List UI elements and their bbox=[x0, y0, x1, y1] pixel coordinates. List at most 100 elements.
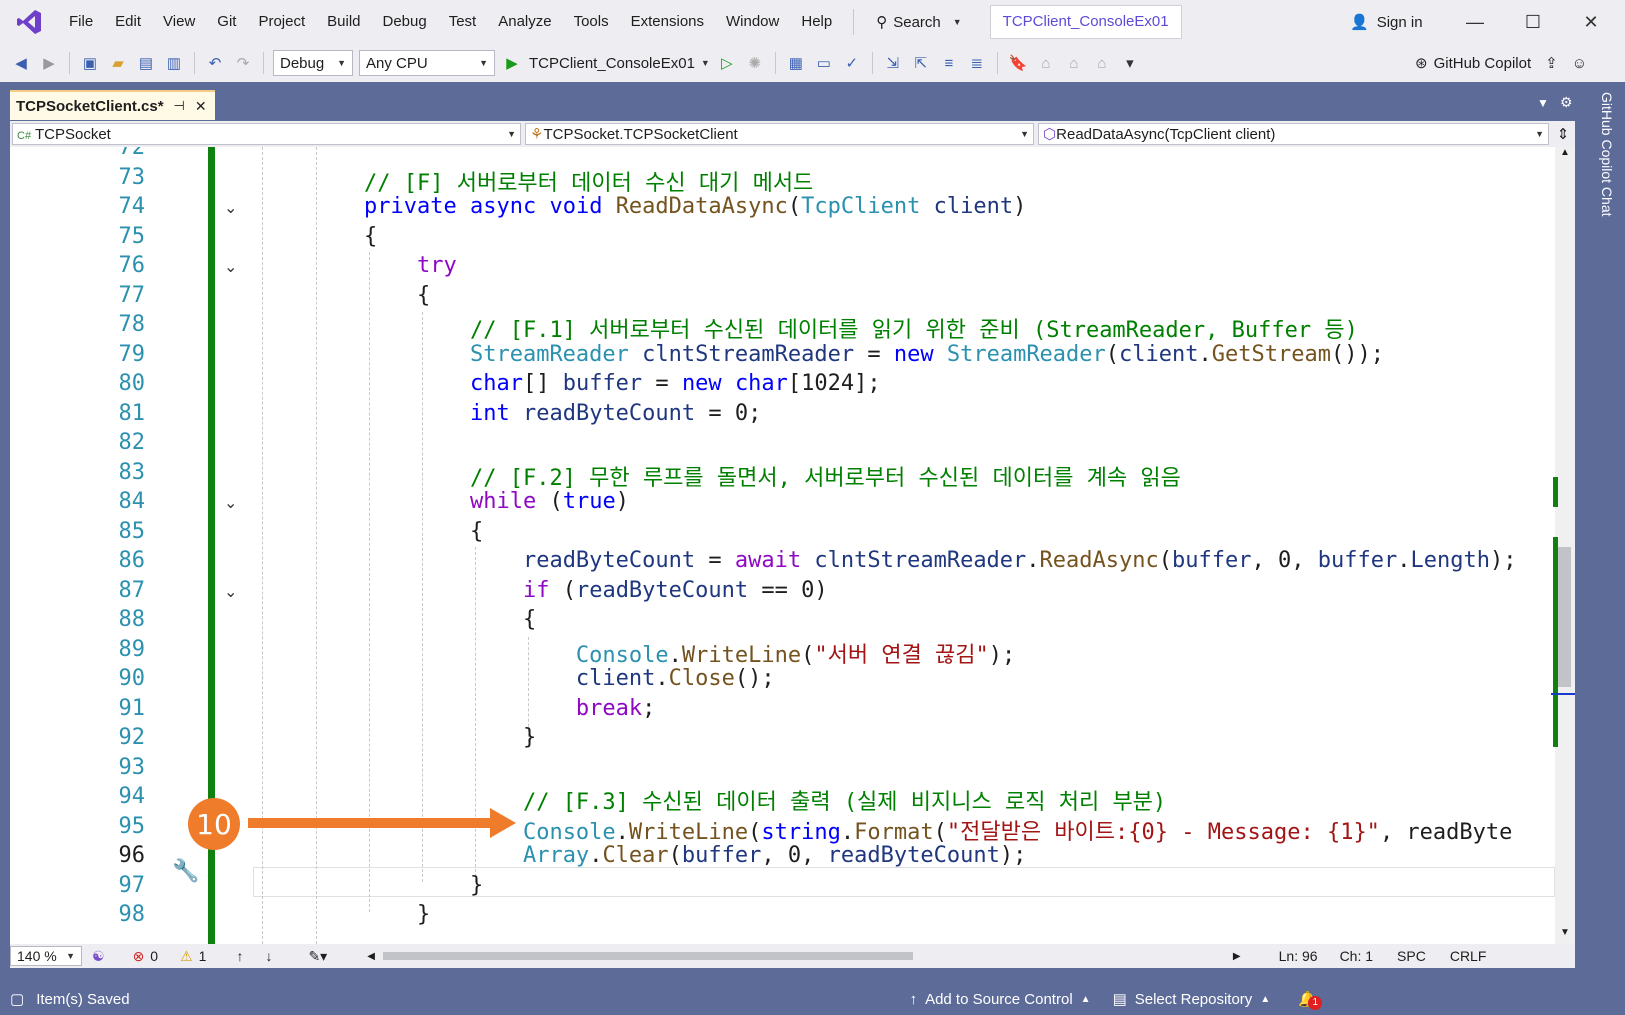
window-layout-icon[interactable]: ▭ bbox=[813, 52, 835, 74]
code-line[interactable]: int readByteCount = 0; bbox=[364, 401, 761, 426]
search-box[interactable]: ⚲ Search ▼ bbox=[864, 7, 973, 37]
code-line[interactable]: Console.WriteLine("서버 연결 끊김"); bbox=[364, 637, 1015, 669]
feedback-icon[interactable]: ☺ bbox=[1572, 55, 1587, 72]
code-line[interactable]: { bbox=[364, 283, 430, 308]
line-indicator[interactable]: Ln: 96 bbox=[1279, 948, 1318, 964]
open-folder-icon[interactable]: ▰ bbox=[107, 52, 129, 74]
sign-in-button[interactable]: 👤 Sign in bbox=[1350, 0, 1423, 44]
warning-icon[interactable]: ⚠ bbox=[180, 948, 193, 965]
share-icon[interactable]: ⇪ bbox=[1545, 54, 1558, 72]
code-line[interactable]: // [F.2] 무한 루프를 돌면서, 서버로부터 수신된 데이터를 계속 읽… bbox=[364, 460, 1181, 492]
scroll-right-icon[interactable]: ▶ bbox=[1233, 951, 1241, 962]
menu-project[interactable]: Project bbox=[247, 0, 316, 44]
code-line[interactable]: break; bbox=[364, 696, 655, 721]
pin-icon[interactable]: ⊣ bbox=[174, 98, 185, 114]
menu-git[interactable]: Git bbox=[206, 0, 247, 44]
new-project-icon[interactable]: ▣ bbox=[79, 52, 101, 74]
scrollbar-thumb[interactable] bbox=[1557, 547, 1571, 687]
fold-toggle-icon[interactable]: ⌄ bbox=[224, 582, 237, 602]
code-line[interactable]: } bbox=[364, 873, 483, 898]
gear-icon[interactable]: ⚙ bbox=[1560, 94, 1573, 111]
scroll-up-icon[interactable]: ▲ bbox=[1555, 147, 1575, 158]
whitespace-indicator[interactable]: SPC bbox=[1397, 948, 1426, 964]
type-select[interactable]: ⚘TCPSocket.TCPSocketClient ▼ bbox=[525, 123, 1035, 145]
close-tab-icon[interactable]: ✕ bbox=[195, 98, 207, 115]
menu-help[interactable]: Help bbox=[790, 0, 843, 44]
split-icon[interactable]: ⇕ bbox=[1553, 125, 1573, 143]
code-line[interactable]: // [F] 서버로부터 데이터 수신 대기 메서드 bbox=[364, 165, 813, 197]
notifications-button[interactable]: 🔔 1 bbox=[1298, 990, 1323, 1010]
code-line[interactable]: StreamReader clntStreamReader = new Stre… bbox=[364, 342, 1384, 367]
code-line[interactable]: { bbox=[364, 519, 483, 544]
redo-icon[interactable]: ↷ bbox=[232, 52, 254, 74]
zoom-select[interactable]: 140 % ▼ bbox=[10, 946, 82, 966]
toolbar-overflow-icon[interactable]: ▾ bbox=[1119, 52, 1141, 74]
bookmark-icon[interactable]: 🔖 bbox=[1007, 52, 1029, 74]
fold-toggle-icon[interactable]: ⌄ bbox=[224, 493, 237, 513]
vertical-scrollbar[interactable]: ▲ ▼ bbox=[1551, 147, 1575, 944]
fold-toggle-icon[interactable]: ⌄ bbox=[224, 257, 237, 277]
document-tab[interactable]: TCPSocketClient.cs* ⊣ ✕ bbox=[10, 90, 215, 120]
minimize-button[interactable]: — bbox=[1446, 0, 1504, 44]
configuration-select[interactable]: Debug ▼ bbox=[273, 50, 353, 76]
code-line[interactable]: while (true) bbox=[364, 489, 629, 514]
code-line[interactable]: private async void ReadDataAsync(TcpClie… bbox=[364, 194, 1026, 219]
previous-issue-icon[interactable]: ↑ bbox=[236, 948, 243, 964]
undo-icon[interactable]: ↶ bbox=[204, 52, 226, 74]
menu-tools[interactable]: Tools bbox=[563, 0, 620, 44]
code-line[interactable]: if (readByteCount == 0) bbox=[364, 578, 828, 603]
next-issue-icon[interactable]: ↓ bbox=[265, 948, 272, 964]
fold-toggle-icon[interactable]: ⌄ bbox=[224, 198, 237, 218]
menu-analyze[interactable]: Analyze bbox=[487, 0, 562, 44]
code-line[interactable]: Array.Clear(buffer, 0, readByteCount); bbox=[364, 843, 1026, 868]
code-line[interactable]: { bbox=[364, 224, 377, 249]
menu-extensions[interactable]: Extensions bbox=[620, 0, 715, 44]
copilot-chat-side-tab[interactable]: GitHub Copilot Chat bbox=[1585, 92, 1615, 242]
menu-test[interactable]: Test bbox=[438, 0, 488, 44]
scroll-down-icon[interactable]: ▼ bbox=[1555, 927, 1575, 938]
output-icon[interactable]: ▢ bbox=[10, 990, 24, 1008]
code-line[interactable]: Console.WriteLine(string.Format("전달받은 바이… bbox=[364, 814, 1512, 846]
menu-window[interactable]: Window bbox=[715, 0, 790, 44]
code-line[interactable]: // [F.1] 서버로부터 수신된 데이터를 읽기 위한 준비 (Stream… bbox=[364, 312, 1358, 344]
start-without-debugging-icon[interactable]: ▷ bbox=[716, 52, 738, 74]
menu-view[interactable]: View bbox=[152, 0, 206, 44]
horizontal-scrollbar-thumb[interactable] bbox=[382, 952, 913, 960]
forward-icon[interactable]: ▶ bbox=[38, 52, 60, 74]
code-editor[interactable]: 72 73 // [F] 서버로부터 데이터 수신 대기 메서드 74 ⌄ private… bbox=[10, 147, 1555, 944]
code-line[interactable]: } bbox=[364, 902, 430, 927]
spell-check-icon[interactable]: ✓ bbox=[841, 52, 863, 74]
next-bookmark-icon[interactable]: ⌂ bbox=[1063, 52, 1085, 74]
back-icon[interactable]: ◀ bbox=[10, 52, 32, 74]
add-to-source-control-button[interactable]: Add to Source Control bbox=[925, 991, 1073, 1008]
github-copilot-button[interactable]: ⊛ GitHub Copilot ⇪ ☺ bbox=[1415, 44, 1587, 82]
code-line[interactable]: client.Close(); bbox=[364, 666, 775, 691]
project-select[interactable]: C# TCPSocket ▼ bbox=[12, 123, 522, 145]
member-select[interactable]: ⬡ReadDataAsync(TcpClient client) ▼ bbox=[1038, 123, 1550, 145]
browse-icon[interactable]: ▦ bbox=[785, 52, 807, 74]
code-line[interactable]: { bbox=[364, 607, 536, 632]
column-indicator[interactable]: Ch: 1 bbox=[1340, 948, 1373, 964]
scroll-left-icon[interactable]: ◀ bbox=[367, 951, 375, 962]
close-window-button[interactable]: ✕ bbox=[1562, 0, 1620, 44]
previous-bookmark-icon[interactable]: ⌂ bbox=[1035, 52, 1057, 74]
step-into-icon[interactable]: ⇲ bbox=[882, 52, 904, 74]
save-icon[interactable]: ▤ bbox=[135, 52, 157, 74]
select-repository-button[interactable]: Select Repository bbox=[1135, 991, 1253, 1008]
maximize-button[interactable]: ☐ bbox=[1504, 0, 1562, 44]
comment-icon[interactable]: ≡ bbox=[938, 52, 960, 74]
code-line[interactable]: readByteCount = await clntStreamReader.R… bbox=[364, 548, 1517, 573]
error-icon[interactable]: ⊗ bbox=[133, 948, 145, 965]
quick-actions-icon[interactable]: 🔧 bbox=[172, 858, 199, 884]
menu-debug[interactable]: Debug bbox=[372, 0, 438, 44]
start-debugging-icon[interactable]: ▶ bbox=[501, 52, 523, 74]
line-ending-indicator[interactable]: CRLF bbox=[1450, 948, 1487, 964]
code-line[interactable]: try bbox=[364, 253, 457, 278]
code-line[interactable]: char[] buffer = new char[1024]; bbox=[364, 371, 881, 396]
platform-select[interactable]: Any CPU ▼ bbox=[359, 50, 495, 76]
save-all-icon[interactable]: ▥ bbox=[163, 52, 185, 74]
tab-overflow-icon[interactable]: ▼ bbox=[1537, 96, 1549, 110]
code-line[interactable]: } bbox=[364, 725, 536, 750]
code-cleanup-icon[interactable]: ✎▾ bbox=[308, 948, 327, 965]
start-target-button[interactable]: TCPClient_ConsoleEx01 ▼ bbox=[529, 55, 710, 72]
